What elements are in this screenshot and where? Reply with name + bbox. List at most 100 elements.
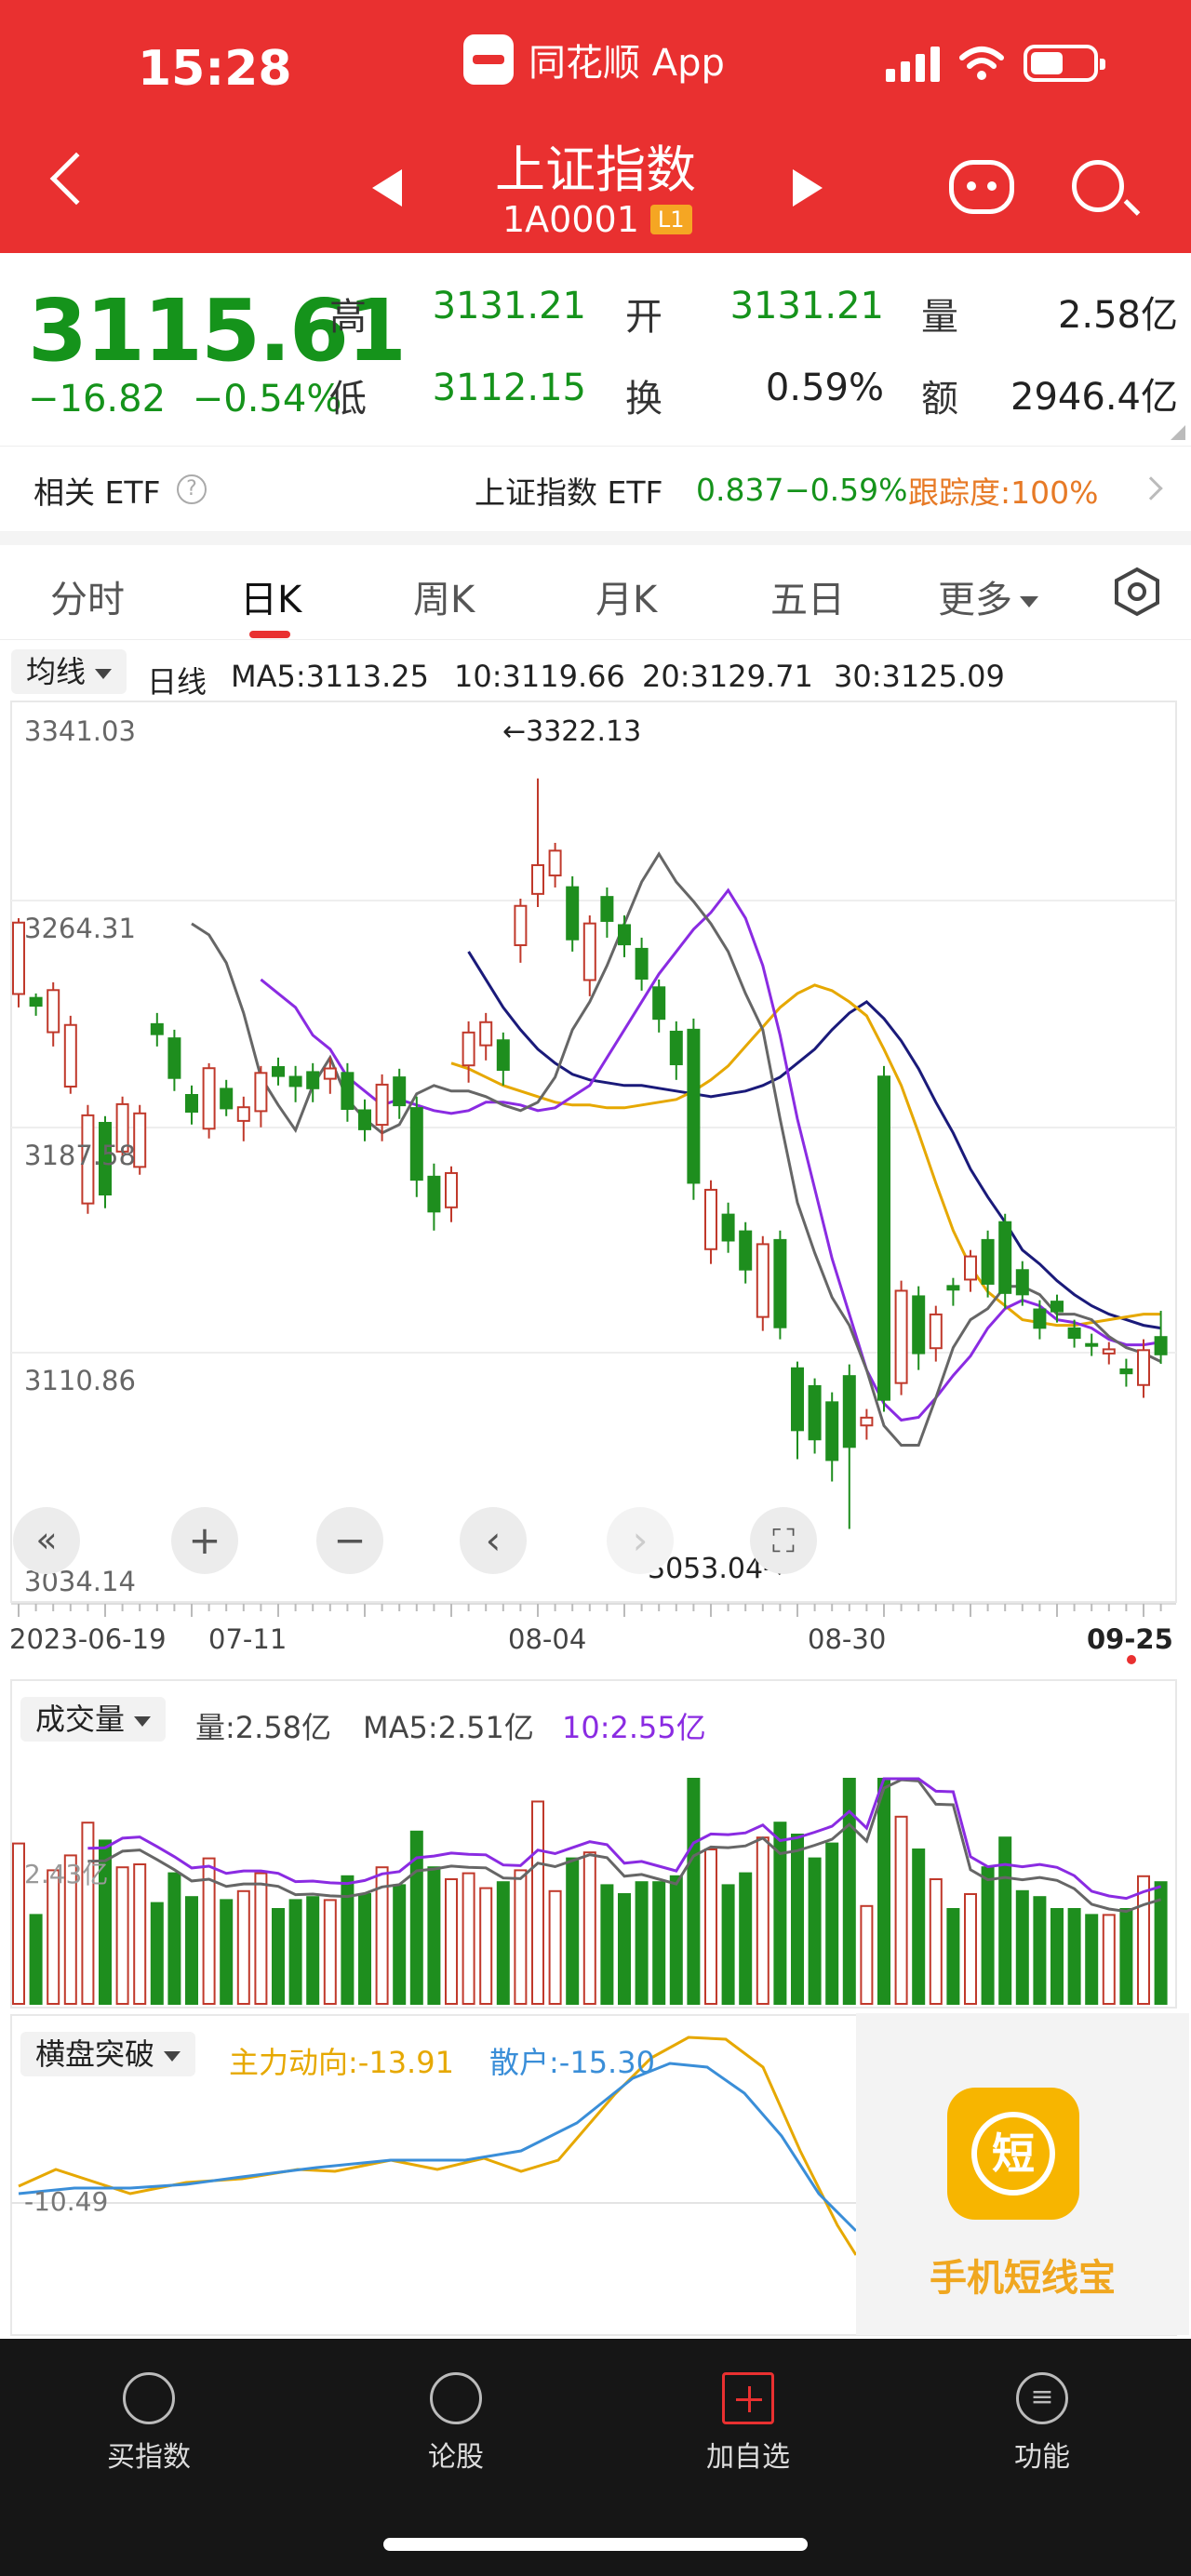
volume-selector[interactable]: 成交量 [20, 1697, 167, 1742]
ad-icon-char: 短 [971, 2112, 1055, 2196]
chevron-left-icon: ‹ [486, 1517, 502, 1563]
tab-more-label: 更多 [938, 579, 1012, 621]
volume-bar-up [1102, 1914, 1116, 2005]
tab-daily-k[interactable]: 日K [240, 569, 301, 623]
volume-bar-down [808, 1857, 822, 2005]
candle-up [236, 1106, 250, 1122]
caret-down-icon [95, 668, 113, 679]
candle-down [1154, 1336, 1168, 1355]
tab-more[interactable]: 更多 [938, 569, 1038, 623]
volume-bar-down [272, 1908, 285, 2005]
volume-bar-down [288, 1899, 302, 2005]
candle-down [600, 896, 614, 922]
volume-bar-up [81, 1822, 95, 2005]
tab-five-day[interactable]: 五日 [770, 569, 845, 623]
volume-bar-down [1033, 1896, 1047, 2005]
search-icon[interactable] [1072, 160, 1124, 212]
minus-icon: − [333, 1517, 366, 1563]
kline-svg[interactable]: 3341.03 3264.31 3187.58 3110.86 3034.14 … [0, 700, 1191, 1676]
buy-index-icon [123, 2372, 175, 2424]
related-etf-row[interactable]: 相关 ETF ? 上证指数 ETF 0.837 −0.59% 跟踪度:100% [0, 448, 1191, 532]
candle-down [409, 1107, 423, 1181]
section-divider [0, 532, 1191, 545]
etf-change-pct: −0.59% [784, 472, 908, 508]
back-icon[interactable] [49, 152, 103, 206]
candle-down [427, 1175, 441, 1213]
volume-bar-up [133, 1863, 147, 2005]
candle-down [669, 1030, 683, 1066]
ma5-line [191, 851, 1162, 1447]
volume-bar-down [1015, 1889, 1029, 2005]
candle-up [531, 863, 544, 895]
retail-value: 散户:-15.30 [489, 2045, 655, 2080]
kline-chart[interactable]: 3341.03 3264.31 3187.58 3110.86 3034.14 … [0, 700, 1191, 1676]
candle-down [185, 1094, 198, 1113]
volume-bar-up [756, 1836, 769, 2005]
nav-add-watchlist[interactable]: 加自选 [655, 2372, 841, 2475]
volume-value: 量:2.58亿 [195, 1710, 332, 1745]
settings-hexagon-icon[interactable] [1111, 566, 1163, 618]
tab-intraday[interactable]: 分时 [50, 569, 125, 623]
prev-stock-icon[interactable] [372, 169, 402, 207]
volume-bar-down [669, 1875, 683, 2005]
status-app-indicator[interactable]: 同花顺 App [463, 33, 725, 86]
period-tabs: 分时 日K 周K 月K 五日 更多 [0, 545, 1191, 640]
candle-down [1085, 1342, 1099, 1347]
candle-down [496, 1039, 510, 1072]
nav-menu[interactable]: 功能 [949, 2372, 1135, 2475]
candle-up [1102, 1348, 1116, 1355]
volume-bar-down [912, 1849, 926, 2005]
ma5-value: MA5:3113.25 [231, 659, 429, 694]
nav-buy-index[interactable]: 买指数 [56, 2372, 242, 2475]
candle-down [1015, 1269, 1029, 1296]
tab-monthly-k[interactable]: 月K [596, 569, 657, 623]
double-chevron-left-icon: « [35, 1519, 57, 1560]
indicator-selector-label: 横盘突破 [35, 2036, 155, 2072]
candle-down [306, 1071, 320, 1089]
volume-chart[interactable]: 2.43亿 成交量 量:2.58亿 MA5:2.51亿 10:2.55亿 [0, 1676, 1191, 2011]
volume-bar-down [393, 1884, 407, 2005]
next-stock-icon[interactable] [793, 169, 823, 207]
bottom-navigation: 买指数 论股 加自选 功能 [0, 2339, 1191, 2576]
low-label: 低 [329, 378, 367, 420]
page-title: 上证指数 [495, 140, 696, 199]
candle-up [445, 1171, 458, 1208]
indicator-selector[interactable]: 横盘突破 [20, 2032, 196, 2076]
candle-up [548, 849, 562, 877]
indicator-axis-label: -10.49 [24, 2186, 108, 2217]
short-line-app-icon: 短 [947, 2088, 1079, 2220]
ad-title: 手机短线宝 [930, 2257, 1116, 2300]
ad-banner[interactable]: 短 手机短线宝 [856, 2013, 1189, 2335]
expand-corner-icon[interactable] [1171, 425, 1185, 440]
volume-bar-down [635, 1881, 649, 2005]
candle-down [1033, 1308, 1047, 1329]
turnover-value: 0.59% [765, 367, 884, 409]
candle-down [220, 1088, 234, 1110]
volume-axis-label: 2.43亿 [24, 1859, 108, 1889]
menu-icon [1016, 2372, 1068, 2424]
candle-up [12, 921, 25, 995]
ma-legend-row: 均线 日线 MA5:3113.25 10:3119.66 20:3129.71 … [0, 642, 1191, 700]
tab-weekly-k[interactable]: 周K [413, 569, 475, 623]
turnover-label: 换 [625, 378, 662, 420]
candle-up [462, 1031, 475, 1067]
volume-value: 2.58亿 [1057, 294, 1178, 337]
volume-bar-down [427, 1866, 441, 2005]
help-icon[interactable]: ? [177, 474, 207, 504]
quote-panel: 3115.61 −16.82 −0.54% 高 3131.21 开 3131.2… [0, 253, 1191, 447]
ma-selector[interactable]: 均线 [11, 649, 127, 694]
volume-bar-down [618, 1893, 631, 2005]
ma-selector-label: 均线 [26, 654, 87, 689]
nav-menu-label: 功能 [1014, 2441, 1070, 2474]
candle-down [808, 1384, 822, 1441]
candle-down [739, 1230, 753, 1271]
volume-bar-down [29, 1914, 43, 2005]
nav-discuss[interactable]: 论股 [363, 2372, 549, 2475]
volume-bar-up [445, 1878, 458, 2005]
volume-bar-down [496, 1881, 510, 2005]
volume-bar-up [964, 1893, 977, 2005]
etf-name: 上证指数 ETF [475, 474, 663, 511]
high-annotation: ←3322.13 [502, 715, 641, 748]
main-force-value: 主力动向:-13.91 [229, 2045, 454, 2080]
robot-assistant-icon[interactable] [949, 160, 1014, 214]
